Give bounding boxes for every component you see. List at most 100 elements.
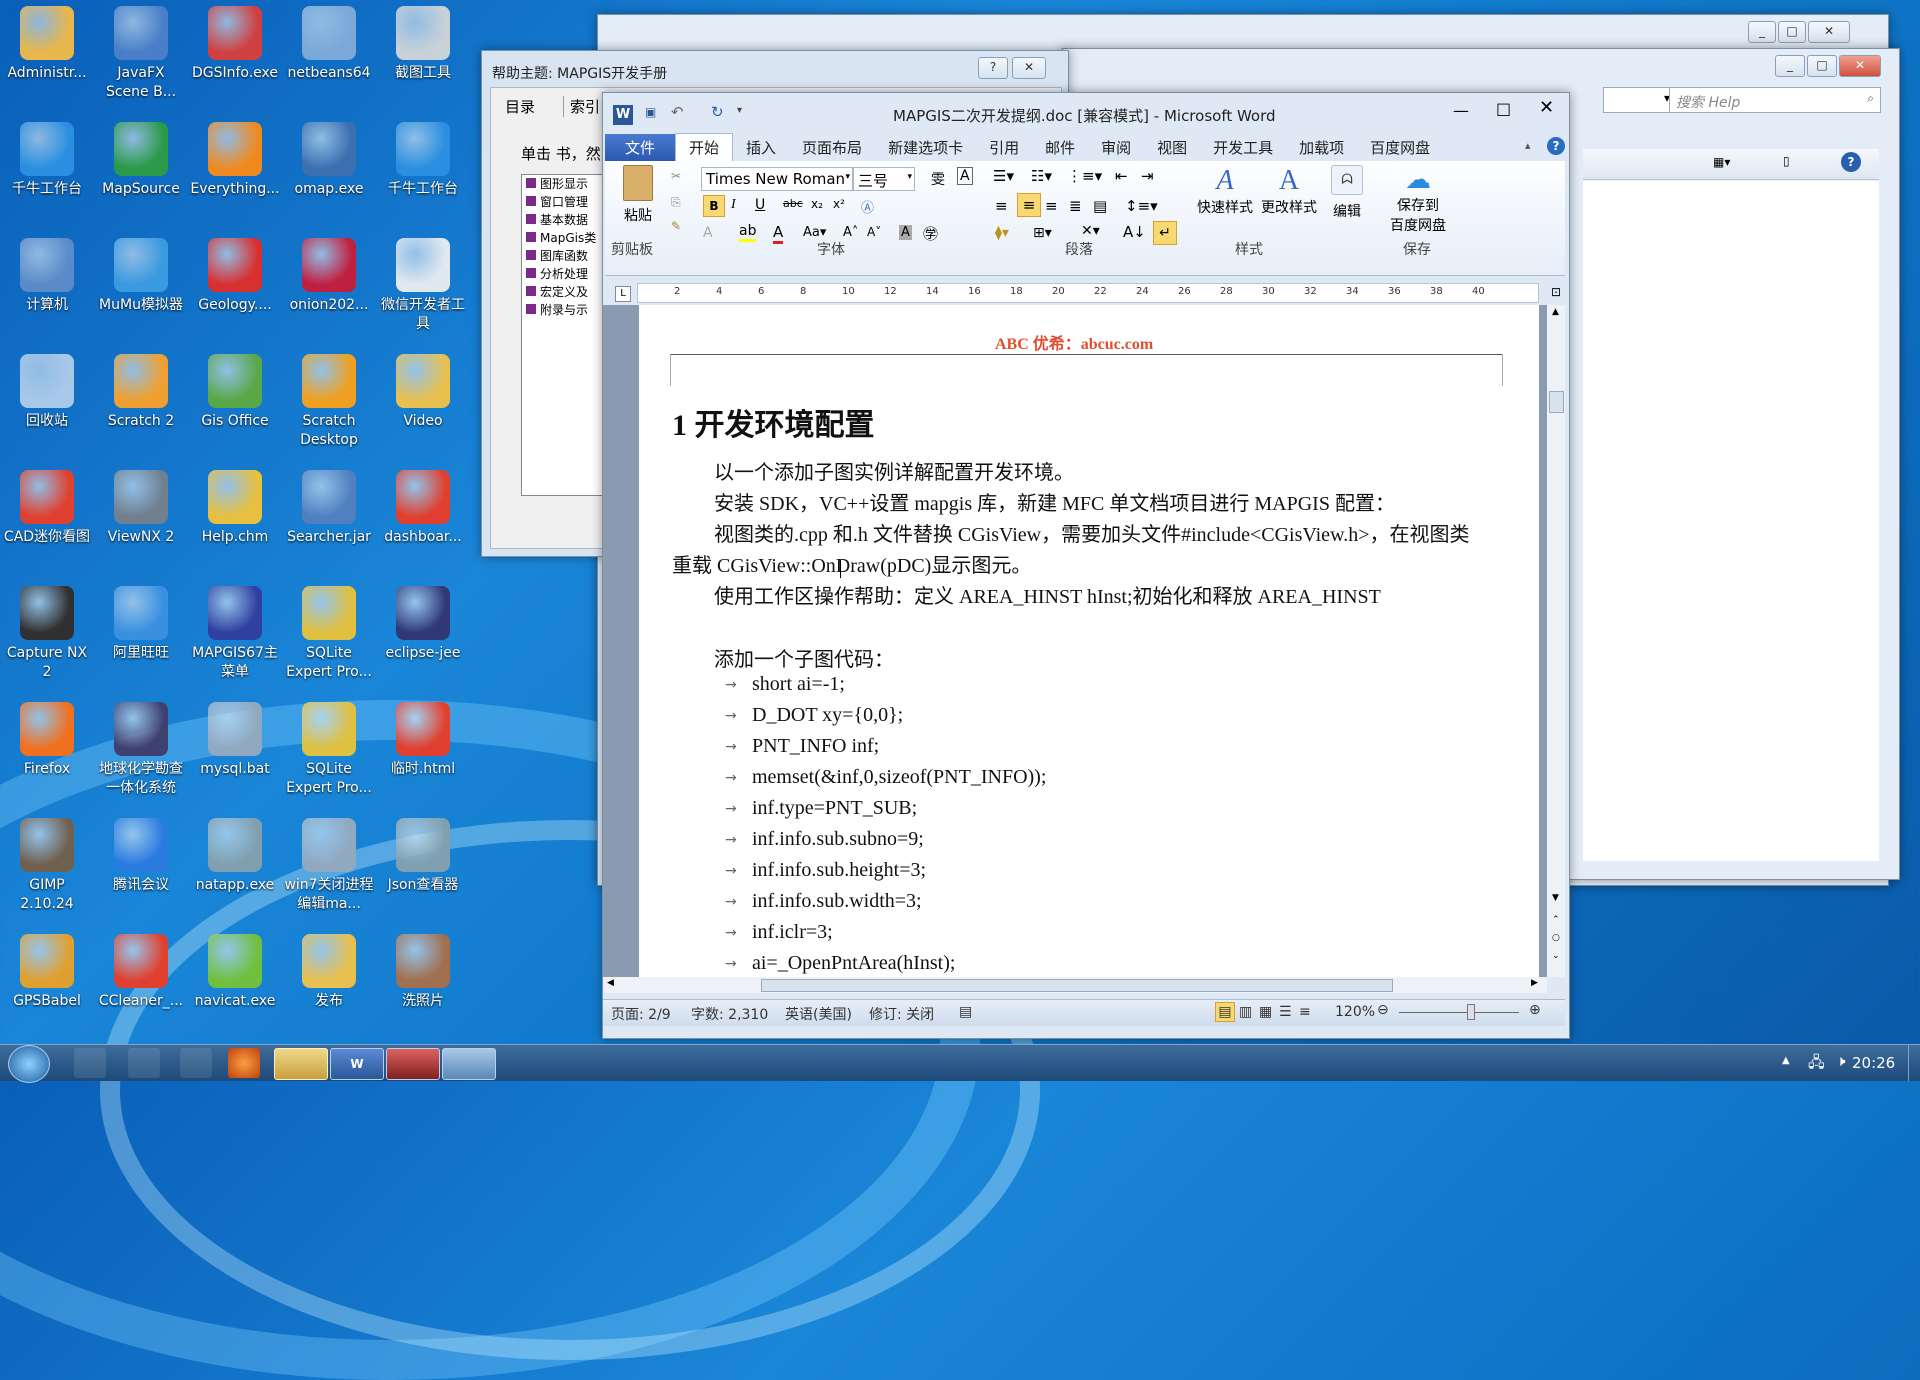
desktop-icon[interactable]: Scratch 2	[96, 354, 186, 431]
ribbon-tab[interactable]: 开发工具	[1200, 134, 1286, 162]
font-name-select[interactable]: Times New Roman ▾	[701, 167, 853, 191]
desktop-icon[interactable]: 发布	[284, 934, 374, 1011]
search-icon[interactable]: ⌕	[1867, 91, 1874, 106]
ribbon-tab[interactable]: 开始	[675, 133, 734, 162]
shading-icon[interactable]: ⧫▾	[995, 225, 1009, 241]
ribbon-tab[interactable]: 邮件	[1032, 134, 1088, 162]
desktop-icon[interactable]: 微信开发者工具	[378, 238, 468, 334]
search-box[interactable]: 搜索 Help ⌕	[1669, 87, 1881, 113]
taskbar-app-mapgis[interactable]	[386, 1048, 440, 1080]
borders-icon[interactable]: ⊞▾	[1033, 225, 1052, 241]
zoom-level[interactable]: 120%	[1335, 1004, 1375, 1020]
desktop-icon[interactable]: SQLite Expert Pro...	[284, 702, 374, 798]
format-painter-icon[interactable]: ✎	[671, 219, 681, 233]
code-line[interactable]: inf.type=PNT_SUB;	[752, 797, 917, 820]
desktop-icon[interactable]: DGSInfo.exe	[190, 6, 280, 83]
ruler-toggle-icon[interactable]: ⊡	[1551, 285, 1561, 299]
minimize-button[interactable]: —	[1453, 101, 1469, 120]
shrink-font-icon[interactable]: A˅	[867, 225, 881, 239]
bullets-icon[interactable]: ☰▾	[993, 167, 1014, 185]
hscroll-thumb[interactable]	[761, 979, 1393, 992]
pane-icon[interactable]: ▯	[1783, 154, 1790, 168]
help-icon[interactable]: ?	[1547, 137, 1565, 155]
taskbar-app-tool[interactable]	[180, 1048, 212, 1078]
scroll-up-icon[interactable]: ▲	[1552, 307, 1559, 317]
save-to-baidu-button[interactable]: ☁ 保存到 百度网盘	[1383, 165, 1453, 235]
desktop-icon[interactable]: omap.exe	[284, 122, 374, 199]
ribbon-tab[interactable]: 视图	[1144, 134, 1200, 162]
tab-contents[interactable]: 目录	[505, 96, 535, 117]
next-page-icon[interactable]: ⌄	[1552, 951, 1560, 961]
italic-button[interactable]: I	[731, 197, 736, 213]
desktop-icon[interactable]: Firefox	[2, 702, 92, 779]
desktop-icon[interactable]: netbeans64	[284, 6, 374, 83]
view-print-layout-icon[interactable]: ▤	[1215, 1002, 1235, 1022]
view-reading-icon[interactable]: ▥	[1239, 1004, 1252, 1020]
zoom-in-icon[interactable]: ⊕	[1529, 1002, 1541, 1018]
start-button[interactable]	[8, 1045, 50, 1083]
desktop-icon[interactable]: 腾讯会议	[96, 818, 186, 895]
desktop-icon[interactable]: SQLite Expert Pro...	[284, 586, 374, 682]
document-paragraph[interactable]: 以一个添加子图实例详解配置开发环境。	[714, 456, 1074, 485]
subscript-button[interactable]: x₂	[811, 197, 823, 211]
taskbar-app-notes[interactable]	[74, 1048, 106, 1078]
desktop-icon[interactable]: 洗照片	[378, 934, 468, 1011]
tab-index[interactable]: 索引	[563, 96, 600, 117]
tab-selector[interactable]: L	[615, 286, 631, 302]
font-color-icon[interactable]: A	[773, 223, 784, 244]
document-paragraph[interactable]: 安装 SDK，VC++设置 mapgis 库，新建 MFC 单文档项目进行 MA…	[714, 487, 1395, 516]
edit-button[interactable]: ᗣ 编辑	[1327, 165, 1367, 221]
desktop-icon[interactable]: onion202...	[284, 238, 374, 315]
font-size-select[interactable]: 三号 ▾	[853, 167, 915, 191]
show-marks-icon[interactable]: ↵	[1153, 221, 1177, 245]
network-icon[interactable]: 🖧	[1808, 1052, 1825, 1077]
code-line[interactable]: D_DOT xy={0,0};	[752, 704, 903, 727]
scroll-thumb[interactable]	[1549, 391, 1564, 413]
horizontal-ruler[interactable]: 2 4 6 8 10 12 14 16 18 20 22 24 26 28 30 32 34 36 38 40	[637, 283, 1539, 303]
close-button[interactable]: ✕	[1839, 55, 1881, 77]
desktop-icon[interactable]: Everything...	[190, 122, 280, 199]
ribbon-tab[interactable]: 插入	[733, 134, 789, 162]
taskbar-app-explorer[interactable]	[274, 1048, 328, 1080]
numbering-icon[interactable]: ☷▾	[1031, 167, 1052, 185]
scroll-left-icon[interactable]: ◀	[607, 978, 614, 988]
ribbon-tab[interactable]: 新建选项卡	[875, 134, 976, 162]
status-words[interactable]: 字数: 2,310	[691, 1004, 768, 1024]
char-shading-icon[interactable]: A	[899, 225, 912, 240]
char-border-icon[interactable]: A	[957, 167, 973, 185]
code-line[interactable]: short ai=-1;	[752, 673, 845, 696]
align-left-icon[interactable]: ≡	[995, 197, 1008, 215]
line-spacing-icon[interactable]: ↕≡▾	[1125, 197, 1158, 215]
phonetic-icon[interactable]: 雯	[931, 169, 945, 189]
code-line[interactable]: inf.info.sub.width=3;	[752, 890, 922, 913]
sort-icon[interactable]: A↓	[1123, 223, 1146, 241]
quick-styles-button[interactable]: A 快速样式	[1193, 165, 1257, 217]
desktop-icon[interactable]: dashboar...	[378, 470, 468, 547]
desktop-icon[interactable]: Gis Office	[190, 354, 280, 431]
ribbon-tab[interactable]: 引用	[976, 134, 1032, 162]
desktop-icon[interactable]: 临时.html	[378, 702, 468, 779]
text-effects-icon[interactable]: A	[703, 225, 713, 241]
desktop-icon[interactable]: MapSource	[96, 122, 186, 199]
bold-button[interactable]: B	[703, 195, 725, 217]
desktop-icon[interactable]: 计算机	[2, 238, 92, 315]
cut-icon[interactable]: ✂	[671, 169, 681, 183]
multilevel-list-icon[interactable]: ⋮≡▾	[1067, 167, 1102, 185]
desktop-icon[interactable]: eclipse-jee	[378, 586, 468, 663]
highlight-icon[interactable]: ab	[739, 223, 757, 242]
save-icon[interactable]: ▣	[645, 105, 656, 119]
zoom-slider[interactable]	[1399, 1012, 1519, 1013]
document-paragraph[interactable]: 重载 CGisView::OnDraw(pDC)显示图元。	[672, 549, 1031, 578]
desktop-icon[interactable]: Help.chm	[190, 470, 280, 547]
code-line[interactable]: PNT_INFO inf;	[752, 735, 879, 758]
strikethrough-button[interactable]: abc	[783, 197, 803, 210]
close-button[interactable]: ✕	[1539, 97, 1554, 118]
desktop-icon[interactable]: MuMu模拟器	[96, 238, 186, 315]
minimize-button[interactable]: _	[1775, 55, 1805, 77]
document-paragraph[interactable]: 添加一个子图代码：	[714, 643, 894, 672]
clear-format-icon[interactable]: Ⓐ	[861, 197, 874, 216]
zoom-slider-thumb[interactable]	[1467, 1004, 1475, 1020]
desktop-icon[interactable]: 截图工具	[378, 6, 468, 83]
desktop-icon[interactable]: 地球化学勘查一体化系统	[96, 702, 186, 798]
desktop-icon[interactable]: 千牛工作台	[378, 122, 468, 199]
